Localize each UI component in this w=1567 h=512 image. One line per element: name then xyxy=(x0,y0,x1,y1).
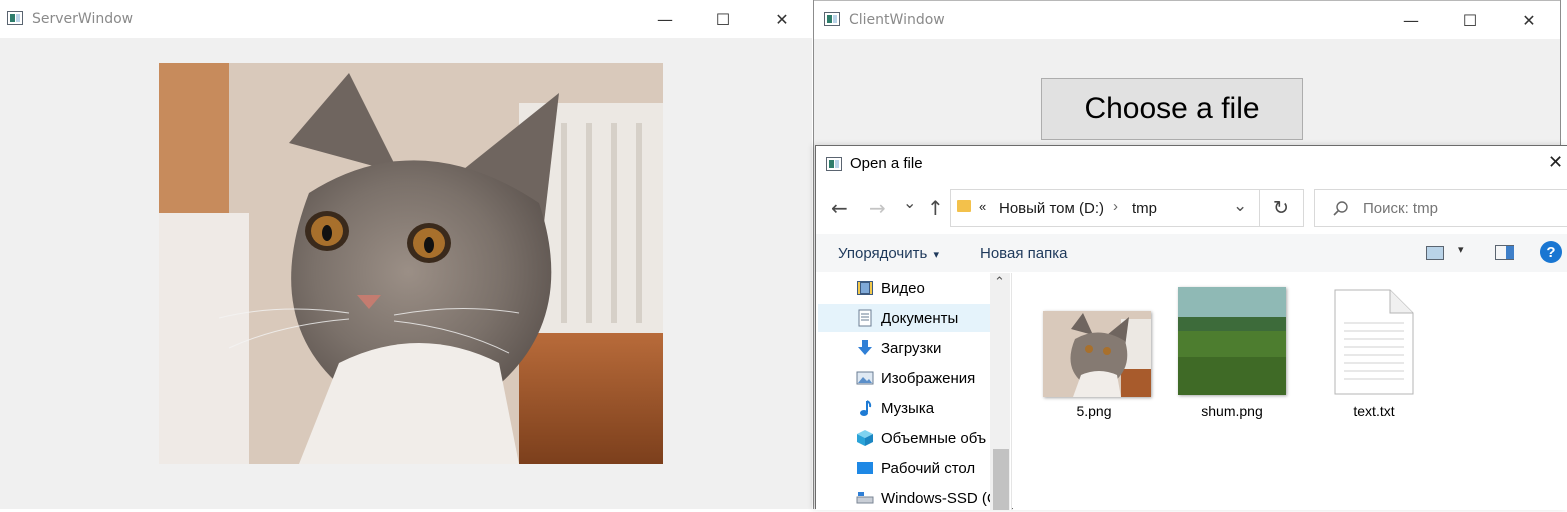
address-separator: › xyxy=(1113,198,1118,215)
open-file-dialog: Open a file ✕ ← → ⌄ ↑ « Новый том (D:) ›… xyxy=(815,145,1567,510)
minimize-button[interactable]: — xyxy=(642,4,688,34)
client-titlebar[interactable]: ClientWindow — ☐ ✕ xyxy=(814,0,1560,39)
nav-item-label: Загрузки xyxy=(881,339,942,357)
search-box[interactable] xyxy=(1314,189,1567,227)
nav-item-videos[interactable]: Видео xyxy=(856,274,990,302)
app-icon xyxy=(7,11,23,25)
scroll-up-button[interactable]: ⌃ xyxy=(994,275,1005,290)
nav-item-downloads[interactable]: Загрузки xyxy=(856,334,990,362)
nav-item-pictures[interactable]: Изображения xyxy=(856,364,990,392)
file-name: shum.png xyxy=(1201,403,1263,419)
3d-objects-icon xyxy=(856,429,874,447)
chevron-down-icon: ▾ xyxy=(933,249,939,261)
recent-locations-button[interactable]: ⌄ xyxy=(903,193,916,212)
window-title: ClientWindow xyxy=(849,12,945,28)
nav-item-windows-ssd[interactable]: Windows-SSD (C xyxy=(856,484,990,512)
file-item[interactable]: shum.png xyxy=(1171,283,1301,433)
music-icon xyxy=(856,399,874,417)
up-button[interactable]: ↑ xyxy=(927,196,944,220)
nav-item-label: Windows-SSD (C xyxy=(881,489,990,507)
nav-item-label: Рабочий стол xyxy=(881,459,976,477)
folder-icon xyxy=(957,200,971,212)
cat-photo xyxy=(159,63,663,464)
file-item[interactable]: text.txt xyxy=(1307,283,1437,433)
address-segment-tmp[interactable]: tmp xyxy=(1132,200,1157,217)
nav-item-label: Документы xyxy=(881,309,959,327)
nav-item-documents[interactable]: Документы xyxy=(818,304,990,332)
navigation-pane: Видео Документы Загрузки Изображения Муз… xyxy=(816,273,1012,510)
back-button[interactable]: ← xyxy=(831,196,848,220)
minimize-button[interactable]: — xyxy=(1388,5,1434,35)
search-input[interactable] xyxy=(1363,198,1553,218)
nav-item-label: Изображения xyxy=(881,369,976,387)
nav-item-label: Видео xyxy=(881,279,925,297)
preview-pane-icon[interactable] xyxy=(1495,245,1514,260)
window-title: ServerWindow xyxy=(32,11,134,27)
address-dropdown-button[interactable]: ⌄ xyxy=(1233,196,1247,216)
nav-item-label: Музыка xyxy=(881,399,935,417)
video-icon xyxy=(856,279,874,297)
scroll-thumb[interactable] xyxy=(993,449,1009,510)
address-segment-drive[interactable]: Новый том (D:) xyxy=(999,200,1104,217)
search-icon xyxy=(1331,199,1351,219)
server-window: ServerWindow — ☐ ✕ xyxy=(0,0,812,509)
organize-label: Упорядочить xyxy=(838,245,928,262)
nav-item-label: Объемные объ xyxy=(881,429,987,447)
help-icon[interactable]: ? xyxy=(1540,241,1562,263)
new-folder-button[interactable]: Новая папка xyxy=(980,245,1067,262)
file-list: 5.png shum.png text.txt xyxy=(1013,273,1567,510)
nav-item-music[interactable]: Музыка xyxy=(856,394,990,422)
file-thumbnail xyxy=(1178,287,1286,395)
file-item[interactable]: 5.png xyxy=(1029,283,1159,433)
close-button[interactable]: ✕ xyxy=(1506,5,1552,35)
downloads-icon xyxy=(856,339,874,357)
address-bar[interactable]: « Новый том (D:) › tmp ⌄ xyxy=(950,189,1260,227)
text-file-icon xyxy=(1334,289,1414,395)
dialog-title: Open a file xyxy=(850,155,923,172)
pictures-icon xyxy=(856,369,874,387)
command-bar: Упорядочить ▾ Новая папка ▾ ? xyxy=(816,234,1567,272)
file-thumbnail xyxy=(1043,311,1151,397)
organize-menu[interactable]: Упорядочить ▾ xyxy=(838,245,939,262)
forward-button[interactable]: → xyxy=(869,196,886,220)
refresh-icon: ↻ xyxy=(1273,197,1289,219)
drive-icon xyxy=(856,489,874,507)
dialog-close-button[interactable]: ✕ xyxy=(1548,152,1563,173)
maximize-button[interactable]: ☐ xyxy=(700,4,746,34)
view-mode-icon[interactable] xyxy=(1426,246,1444,260)
nav-scrollbar[interactable]: ⌃ xyxy=(990,273,1010,510)
refresh-button[interactable]: ↻ xyxy=(1260,189,1304,227)
view-options-arrow[interactable]: ▾ xyxy=(1458,243,1464,256)
choose-file-button[interactable]: Choose a file xyxy=(1041,78,1303,140)
documents-icon xyxy=(856,309,874,327)
address-overflow[interactable]: « xyxy=(979,199,986,214)
app-icon xyxy=(824,12,840,26)
app-icon xyxy=(826,157,842,171)
server-titlebar[interactable]: ServerWindow — ☐ ✕ xyxy=(0,0,812,38)
close-button[interactable]: ✕ xyxy=(759,4,805,34)
nav-item-desktop[interactable]: Рабочий стол xyxy=(856,454,990,482)
maximize-button[interactable]: ☐ xyxy=(1447,5,1493,35)
file-name: 5.png xyxy=(1076,403,1112,419)
nav-item-3d-objects[interactable]: Объемные объ xyxy=(856,424,990,452)
file-name: text.txt xyxy=(1353,403,1395,419)
desktop-icon xyxy=(856,459,874,477)
